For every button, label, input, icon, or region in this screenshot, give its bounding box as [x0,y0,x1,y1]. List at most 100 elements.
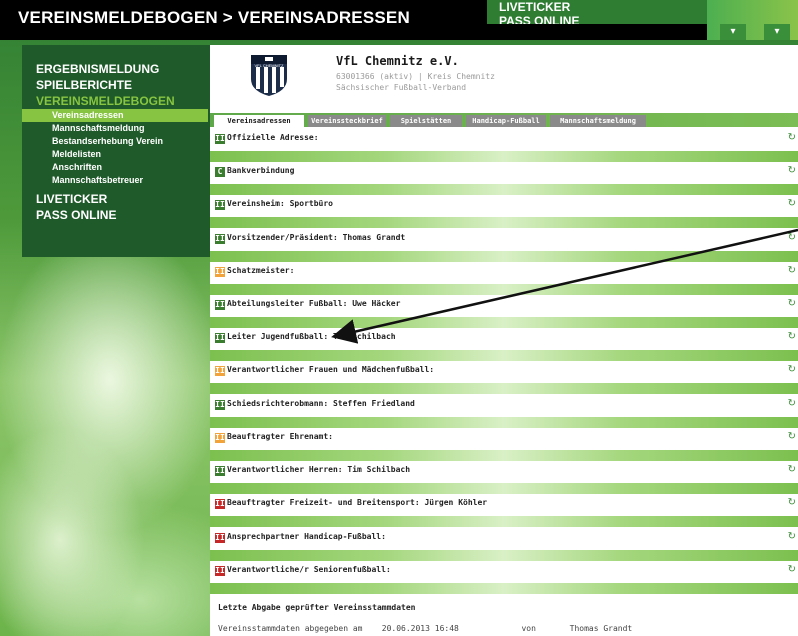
status-badge: II [215,499,225,509]
status-badge: II [215,466,225,476]
status-badge: C [215,167,225,177]
address-row[interactable]: II Verantwortliche/r Seniorenfußball: ↻ [210,561,798,583]
footer-title: Letzte Abgabe geprüfter Vereinsstammdate… [218,603,416,612]
sidebar-subitem-mannschaftsmeldung[interactable]: Mannschaftsmeldung [22,122,210,135]
footer-panel: Letzte Abgabe geprüfter Vereinsstammdate… [210,596,798,636]
address-row[interactable]: II Verantwortlicher Herren: Tim Schilbach… [210,461,798,483]
top-menu-liveticker[interactable]: LIVETICKER [487,0,707,14]
address-row[interactable]: II Beauftragter Freizeit- und Breitenspor… [210,494,798,516]
address-row-label: Schatzmeister: [227,266,295,275]
address-row-label: Schiedsrichterobmann: Steffen Friedland [227,399,415,408]
club-association: Sächsischer Fußball-Verband [336,83,467,92]
edit-arrow-icon[interactable]: ↻ [788,564,796,575]
address-row-label: Leiter Jugendfußball: Tim Schilbach [227,332,396,341]
status-badge: II [215,566,225,576]
edit-arrow-icon[interactable]: ↻ [788,265,796,276]
row-separator [210,417,798,428]
sidebar-subitem-bestandserhebung[interactable]: Bestandserhebung Verein [22,135,210,148]
main-content: VFL CHEMNITZ VfL Chemnitz e.V. 63001366 … [210,45,798,636]
address-row[interactable]: II Abteilungsleiter Fußball: Uwe Häcker ↻ [210,295,798,317]
chevron-down-icon: ▾ [774,26,780,37]
address-row[interactable]: II Vereinsheim: Sportbüro ↻ [210,195,798,217]
address-row-label: Offizielle Adresse: [227,133,319,142]
edit-arrow-icon[interactable]: ↻ [788,531,796,542]
sidebar-item-pass-online[interactable]: PASS ONLINE [22,207,210,223]
status-badge: II [215,134,225,144]
row-separator [210,217,798,228]
edit-arrow-icon[interactable]: ↻ [788,232,796,243]
edit-arrow-icon[interactable]: ↻ [788,464,796,475]
tab-spielstaetten[interactable]: Spielstätten [390,115,462,127]
row-separator [210,350,798,361]
submitted-label: Vereinsstammdaten abgegeben am [218,624,363,633]
row-separator [210,383,798,394]
tab-vereinsadressen[interactable]: Vereinsadressen [214,115,304,127]
tab-handicap-fussball[interactable]: Handicap-Fußball [466,115,546,127]
status-badge: II [215,200,225,210]
address-row-label: Beauftragter Ehrenamt: [227,432,333,441]
status-badge: II [215,234,225,244]
row-separator [210,483,798,494]
club-logo-text: VFL CHEMNITZ [255,63,285,68]
status-badge: II [215,333,225,343]
sidebar-item-vereinsmeldebogen[interactable]: VEREINSMELDEBOGEN [22,93,210,109]
edit-arrow-icon[interactable]: ↻ [788,497,796,508]
club-logo: VFL CHEMNITZ [251,55,287,96]
sidebar-subitem-mannschaftsbetreuer[interactable]: Mannschaftsbetreuer [22,174,210,187]
edit-arrow-icon[interactable]: ↻ [788,298,796,309]
edit-arrow-icon[interactable]: ↻ [788,331,796,342]
edit-arrow-icon[interactable]: ↻ [788,431,796,442]
address-row[interactable]: II Offizielle Adresse: ↻ [210,129,798,151]
sidebar-item-liveticker[interactable]: LIVETICKER [22,191,210,207]
submitted-by-name: Thomas Grandt [569,624,633,633]
status-badge: II [215,366,225,376]
row-separator [210,516,798,527]
address-row[interactable]: II Schiedsrichterobmann: Steffen Friedlan… [210,395,798,417]
club-name: VfL Chemnitz e.V. [336,54,459,68]
tab-mannschaftsmeldung[interactable]: Mannschaftsmeldung [550,115,646,127]
row-separator [210,184,798,195]
club-id-line: 63001366 (aktiv) | Kreis Chemnitz [336,72,495,81]
dropdown-button-2[interactable]: ▾ [764,24,790,40]
address-row-label: Beauftragter Freizeit- und Breitensport:… [227,498,488,507]
edit-arrow-icon[interactable]: ↻ [788,165,796,176]
row-separator [210,450,798,461]
tab-vereinssteckbrief[interactable]: Vereinssteckbrief [308,115,386,127]
row-separator [210,583,798,594]
top-menu-dropdown: LIVETICKER PASS ONLINE [487,0,707,24]
edit-arrow-icon[interactable]: ↻ [788,132,796,143]
address-row-label: Abteilungsleiter Fußball: Uwe Häcker [227,299,401,308]
address-row-label: Verantwortlicher Herren: Tim Schilbach [227,465,411,474]
row-separator [210,151,798,162]
row-separator [210,550,798,561]
status-badge: II [215,433,225,443]
sidebar-item-spielberichte[interactable]: SPIELBERICHTE [22,77,210,93]
sidebar-subitem-vereinsadressen[interactable]: Vereinsadressen [22,109,208,122]
address-row[interactable]: II Verantwortlicher Frauen und Mädchenfuß… [210,361,798,383]
status-badge: II [215,267,225,277]
row-separator [210,251,798,262]
dropdown-button-1[interactable]: ▾ [720,24,746,40]
sidebar-subitem-anschriften[interactable]: Anschriften [22,161,210,174]
address-row-label: Verantwortlicher Frauen und Mädchenfußba… [227,365,435,374]
address-row[interactable]: II Leiter Jugendfußball: Tim Schilbach ↻ [210,328,798,350]
address-row-label: Verantwortliche/r Seniorenfußball: [227,565,391,574]
breadcrumb: VEREINSMELDEBOGEN > VEREINSADRESSEN [18,8,410,27]
address-row[interactable]: II Schatzmeister: ↻ [210,262,798,284]
address-row[interactable]: II Vorsitzender/Präsident: Thomas Grandt ↻ [210,229,798,251]
edit-arrow-icon[interactable]: ↻ [788,198,796,209]
row-separator [210,317,798,328]
footer-submission-line: Vereinsstammdaten abgegeben am 20.06.201… [218,624,632,633]
top-menu-pass-online[interactable]: PASS ONLINE [487,14,707,24]
edit-arrow-icon[interactable]: ↻ [788,364,796,375]
edit-arrow-icon[interactable]: ↻ [788,398,796,409]
address-row-label: Vorsitzender/Präsident: Thomas Grandt [227,233,406,242]
sidebar-item-ergebnismeldung[interactable]: ERGEBNISMELDUNG [22,61,210,77]
status-badge: II [215,400,225,410]
address-row[interactable]: II Beauftragter Ehrenamt: ↻ [210,428,798,450]
address-row[interactable]: C Bankverbindung ↻ [210,162,798,184]
address-row[interactable]: II Ansprechpartner Handicap-Fußball: ↻ [210,528,798,550]
sidebar-subitem-meldelisten[interactable]: Meldelisten [22,148,210,161]
address-row-label: Vereinsheim: Sportbüro [227,199,333,208]
chevron-down-icon: ▾ [730,26,736,37]
